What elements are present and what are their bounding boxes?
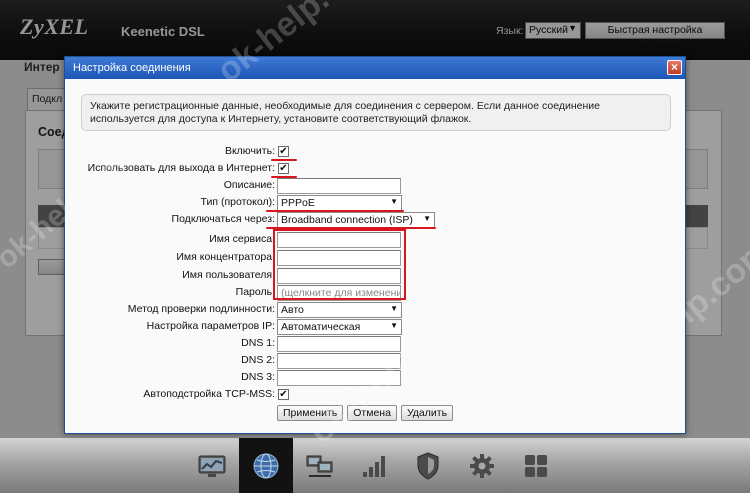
tcp-mss-checkbox[interactable]: ✔ (278, 389, 289, 400)
ip-settings-label: Настройка параметров IP: (146, 320, 275, 332)
chevron-down-icon: ▼ (390, 321, 398, 330)
auth-method-value: Авто (281, 304, 304, 316)
auth-method-label: Метод проверки подлинности: (127, 303, 275, 315)
dns2-input[interactable] (277, 353, 401, 369)
password-label: Пароль: (235, 286, 275, 298)
dialog-buttons: Применить Отмена Удалить (277, 405, 454, 421)
row-dns1: DNS 1: (65, 336, 685, 352)
enable-label: Включить: (224, 145, 275, 157)
dns1-input[interactable] (277, 336, 401, 352)
protocol-label: Тип (протокол): (200, 196, 275, 208)
connect-via-select[interactable]: Broadband connection (ISP) ▼ (277, 212, 435, 228)
protocol-value: PPPoE (281, 197, 315, 209)
row-connect-via: Подключаться через: Broadband connection… (65, 212, 685, 228)
dialog-body: Укажите регистрационные данные, необходи… (65, 79, 685, 433)
use-internet-checkbox[interactable]: ✔ (278, 163, 289, 174)
concentrator-label: Имя концентратора: (176, 251, 275, 263)
dns3-input[interactable] (277, 370, 401, 386)
monitor-chart-icon[interactable] (185, 438, 239, 493)
shield-icon[interactable] (401, 438, 455, 493)
annotation-underline-internet (271, 176, 297, 178)
dialog-title-text: Настройка соединения (73, 62, 191, 74)
connect-via-value: Broadband connection (ISP) (281, 214, 413, 226)
connect-via-label: Подключаться через: (171, 213, 275, 225)
gear-icon[interactable] (455, 438, 509, 493)
apps-grid-icon[interactable] (509, 438, 563, 493)
ip-settings-value: Автоматическая (281, 321, 361, 333)
description-label: Описание: (223, 179, 275, 191)
chevron-down-icon: ▼ (390, 304, 398, 313)
chevron-down-icon: ▼ (423, 214, 431, 223)
dialog-title: Настройка соединения × (65, 57, 685, 79)
ip-settings-select[interactable]: Автоматическая ▼ (277, 319, 402, 335)
connection-settings-dialog: Настройка соединения × Укажите регистрац… (64, 56, 686, 434)
row-auth-method: Метод проверки подлинности: Авто ▼ (65, 302, 685, 318)
row-dns3: DNS 3: (65, 370, 685, 386)
row-use-internet: Использовать для выхода в Интернет: ✔ (65, 161, 685, 177)
description-input[interactable] (277, 178, 401, 194)
notice-box: Укажите регистрационные данные, необходи… (81, 94, 671, 131)
row-protocol: Тип (протокол): PPPoE ▼ (65, 195, 685, 211)
close-icon[interactable]: × (667, 60, 682, 75)
tcp-mss-label: Автоподстройка TCP-MSS: (143, 388, 275, 400)
enable-checkbox[interactable]: ✔ (278, 146, 289, 157)
row-description: Описание: (65, 178, 685, 194)
row-tcp-mss: Автоподстройка TCP-MSS: ✔ (65, 387, 685, 403)
delete-button[interactable]: Удалить (400, 405, 454, 421)
taskbar (0, 438, 750, 493)
dns2-label: DNS 2: (241, 354, 275, 366)
annotation-box-credentials (273, 229, 406, 300)
apply-button[interactable]: Применить (277, 405, 344, 421)
annotation-underline-enable (271, 159, 297, 161)
service-name-label: Имя сервиса: (209, 233, 275, 245)
dns1-label: DNS 1: (241, 337, 275, 349)
network-computers-icon[interactable] (293, 438, 347, 493)
cancel-button[interactable]: Отмена (347, 405, 397, 421)
globe-icon[interactable] (239, 438, 293, 493)
username-label: Имя пользователя: (182, 269, 275, 281)
dns3-label: DNS 3: (241, 371, 275, 383)
annotation-underline-protocol (266, 210, 404, 212)
protocol-select[interactable]: PPPoE ▼ (277, 195, 402, 211)
row-ip-settings: Настройка параметров IP: Автоматическая … (65, 319, 685, 335)
auth-method-select[interactable]: Авто ▼ (277, 302, 402, 318)
chevron-down-icon: ▼ (390, 197, 398, 206)
row-dns2: DNS 2: (65, 353, 685, 369)
signal-bars-icon[interactable] (347, 438, 401, 493)
row-enable: Включить: ✔ (65, 144, 685, 160)
use-internet-label: Использовать для выхода в Интернет: (87, 162, 275, 174)
